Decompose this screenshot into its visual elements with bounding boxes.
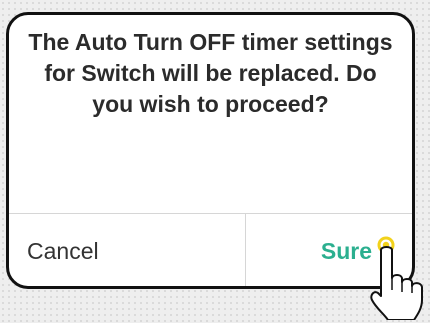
dialog-message: The Auto Turn OFF timer settings for Swi… <box>28 29 393 117</box>
cancel-button[interactable]: Cancel <box>9 214 245 286</box>
pointing-hand-icon <box>370 236 423 320</box>
confirm-dialog: The Auto Turn OFF timer settings for Swi… <box>6 12 415 289</box>
